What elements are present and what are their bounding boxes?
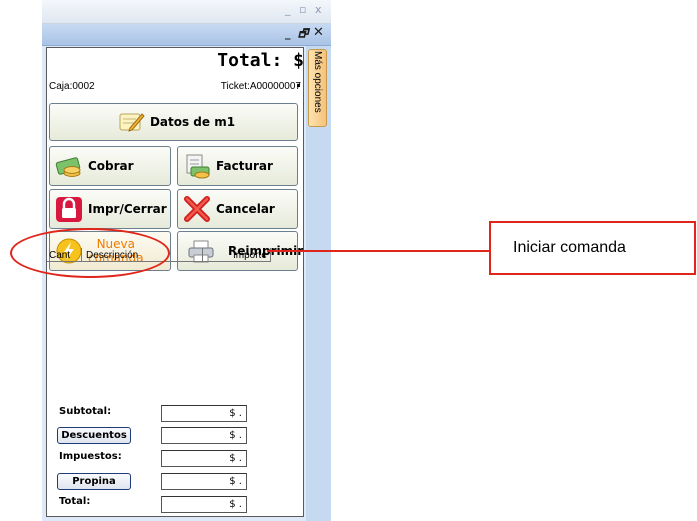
datos-label: Datos de m1 [149, 115, 236, 129]
total-label: Total: [59, 496, 91, 507]
background-restore-button[interactable]: ▫ [299, 4, 306, 16]
minimize-button[interactable]: _ [285, 28, 291, 40]
propina-button[interactable]: Propina [57, 473, 131, 490]
impuestos-field: $ . [161, 450, 247, 467]
callout-box: Iniciar comanda [489, 221, 696, 275]
impuestos-label: Impuestos: [59, 451, 122, 462]
descuentos-button[interactable]: Descuentos [57, 427, 131, 444]
restore-button[interactable]: 🗗 [298, 28, 308, 40]
subtotal-label: Subtotal: [59, 406, 112, 417]
notepad-pencil-icon [119, 113, 145, 132]
column-importe: Importe [233, 250, 267, 261]
impr-cerrar-button[interactable]: Impr/Cerrar [49, 189, 171, 229]
callout-line [267, 250, 489, 252]
highlight-ellipse [10, 228, 170, 278]
caja-number: Caja:0002 [49, 81, 95, 92]
money-coins-icon [55, 157, 81, 177]
background-minimize-button[interactable]: _ [285, 4, 291, 16]
impr-cerrar-label: Impr/Cerrar [88, 202, 167, 216]
ticket-number: Ticket:A00000007 [220, 81, 301, 92]
lock-icon [56, 197, 82, 222]
cobrar-button[interactable]: Cobrar [49, 146, 171, 186]
descuentos-field: $ . [161, 427, 247, 444]
cancelar-label: Cancelar [216, 202, 275, 216]
mas-opciones-label: Más opciones [312, 51, 323, 113]
background-close-button[interactable]: x [315, 4, 322, 16]
close-button[interactable]: ✕ [313, 26, 324, 39]
facturar-label: Facturar [216, 159, 273, 173]
propina-field: $ . [161, 473, 247, 490]
invoice-money-icon [186, 154, 210, 179]
total-field: $ . [161, 496, 247, 513]
facturar-button[interactable]: Facturar [177, 146, 298, 186]
cancelar-button[interactable]: Cancelar [177, 189, 298, 229]
column-divider [202, 248, 203, 262]
subtotal-field: $ . [161, 405, 247, 422]
cobrar-label: Cobrar [88, 159, 134, 173]
callout-label: Iniciar comanda [513, 239, 626, 256]
datos-button[interactable]: Datos de m1 [49, 103, 298, 141]
total-display: Total: $ . [217, 50, 304, 92]
red-x-icon [184, 196, 210, 222]
